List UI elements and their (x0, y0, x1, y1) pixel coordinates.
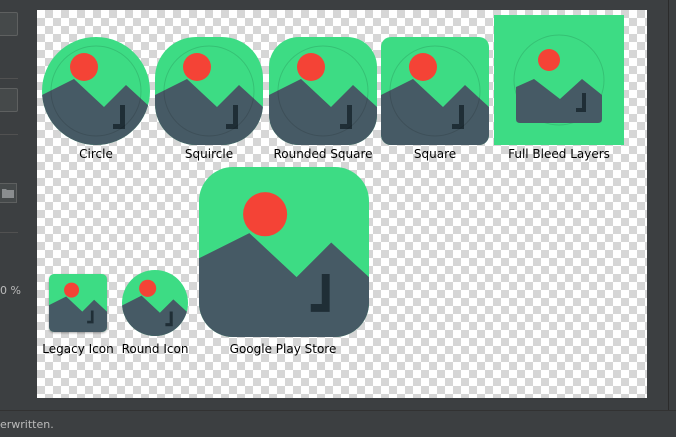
percent-label: 0 % (0, 284, 21, 297)
left-panel: 0 % (0, 0, 37, 410)
square-icon (381, 37, 489, 145)
icon-label-full-bleed-layers: Full Bleed Layers (508, 147, 610, 161)
circle-icon (42, 37, 150, 145)
icon-label-square: Square (413, 147, 457, 161)
round-icon (122, 270, 188, 336)
status-message: erwritten. (0, 418, 54, 431)
legacy-icon (49, 274, 107, 332)
rounded-square-icon (269, 37, 377, 145)
divider (0, 134, 18, 135)
icon-label-squircle: Squircle (184, 147, 234, 161)
icon-preview-panel: Circle Squircle Rounded Square Square Fu… (37, 10, 647, 398)
right-panel (647, 0, 676, 410)
left-field-middle[interactable] (0, 88, 18, 112)
divider (0, 78, 18, 79)
icon-label-google-play-store: Google Play Store (229, 342, 337, 356)
icon-label-legacy: Legacy Icon (42, 342, 114, 356)
divider (0, 232, 18, 233)
squircle-icon (155, 37, 263, 145)
folder-icon[interactable] (0, 183, 17, 203)
icon-label-round: Round Icon (121, 342, 189, 356)
google-play-store-icon (199, 167, 369, 337)
full-bleed-layers-icon (494, 15, 624, 145)
icon-label-circle: Circle (79, 147, 113, 161)
left-field-top[interactable] (0, 12, 18, 36)
status-bar: erwritten. (0, 410, 676, 437)
icon-label-rounded-square: Rounded Square (273, 147, 373, 161)
right-divider (668, 0, 669, 410)
